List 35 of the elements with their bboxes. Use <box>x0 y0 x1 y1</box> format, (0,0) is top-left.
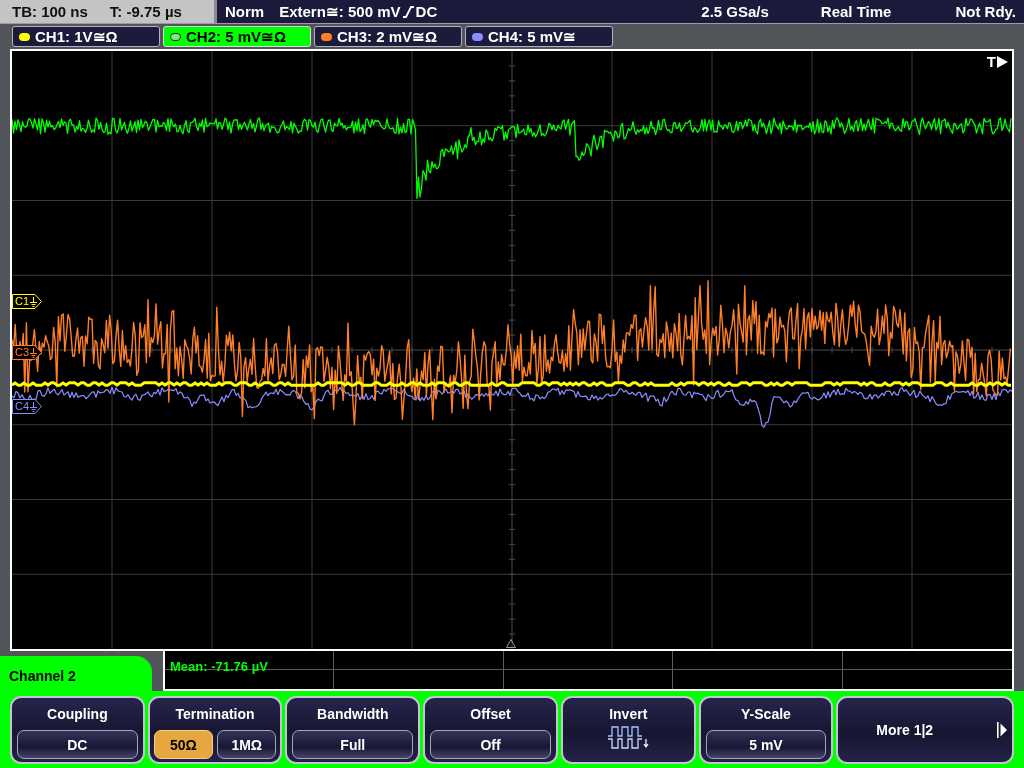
softkey-button[interactable]: Coupling DC <box>10 696 145 764</box>
softkey-button[interactable]: Offset Off <box>423 696 558 764</box>
trigger-source: Extern≅: 500 mV <box>279 4 401 19</box>
softkey-button[interactable]: More 1|2 <box>836 696 1015 764</box>
channel-tab[interactable]: CH3: 2 mV≅Ω <box>314 26 462 47</box>
softkey-button[interactable]: Termination 50Ω 1MΩ <box>147 696 283 764</box>
timebase-readout: TB: 100 ns <box>12 4 88 19</box>
arrow-right-icon <box>997 722 1008 738</box>
trigger-mode: Norm <box>225 4 265 19</box>
status-readout: Not Rdy. <box>955 4 1016 19</box>
option-button[interactable]: 50Ω <box>153 730 214 759</box>
menu-header: Channel 2 <box>0 656 152 691</box>
invert-waveform-icon <box>607 725 650 751</box>
marker-label: C4 <box>15 401 30 412</box>
channel-tab[interactable]: CH2: 5 mV≅Ω <box>163 26 311 47</box>
channel-tab[interactable]: CH1: 1V≅Ω <box>12 26 160 47</box>
measurement-value: Mean: -71.76 µV <box>170 659 268 674</box>
value-display: Full <box>292 730 414 759</box>
trigger-position-icon <box>506 639 516 648</box>
option-button[interactable]: 1MΩ <box>217 730 277 759</box>
softkey-button[interactable]: Y-Scale 5 mV <box>698 696 834 764</box>
value-display: DC <box>17 730 138 759</box>
softkey-button[interactable]: Bandwidth Full <box>285 696 421 764</box>
trigger-arrow-icon <box>997 55 1008 68</box>
trigger-time-readout: T: -9.75 µs <box>109 4 182 19</box>
value-display: Off <box>430 730 551 759</box>
marker-label: C1 <box>15 296 30 307</box>
acquisition-mode: Real Time <box>820 4 892 19</box>
channel-tab[interactable]: CH4: 5 mV≅ <box>465 26 613 47</box>
marker-label: C3 <box>15 347 30 358</box>
trigger-label: T <box>986 54 996 69</box>
sample-rate: 2.5 GSa/s <box>701 4 769 19</box>
trigger-coupling: DC <box>415 4 438 19</box>
softkey-button[interactable]: Invert <box>560 696 696 764</box>
value-display: 5 mV <box>705 730 827 759</box>
